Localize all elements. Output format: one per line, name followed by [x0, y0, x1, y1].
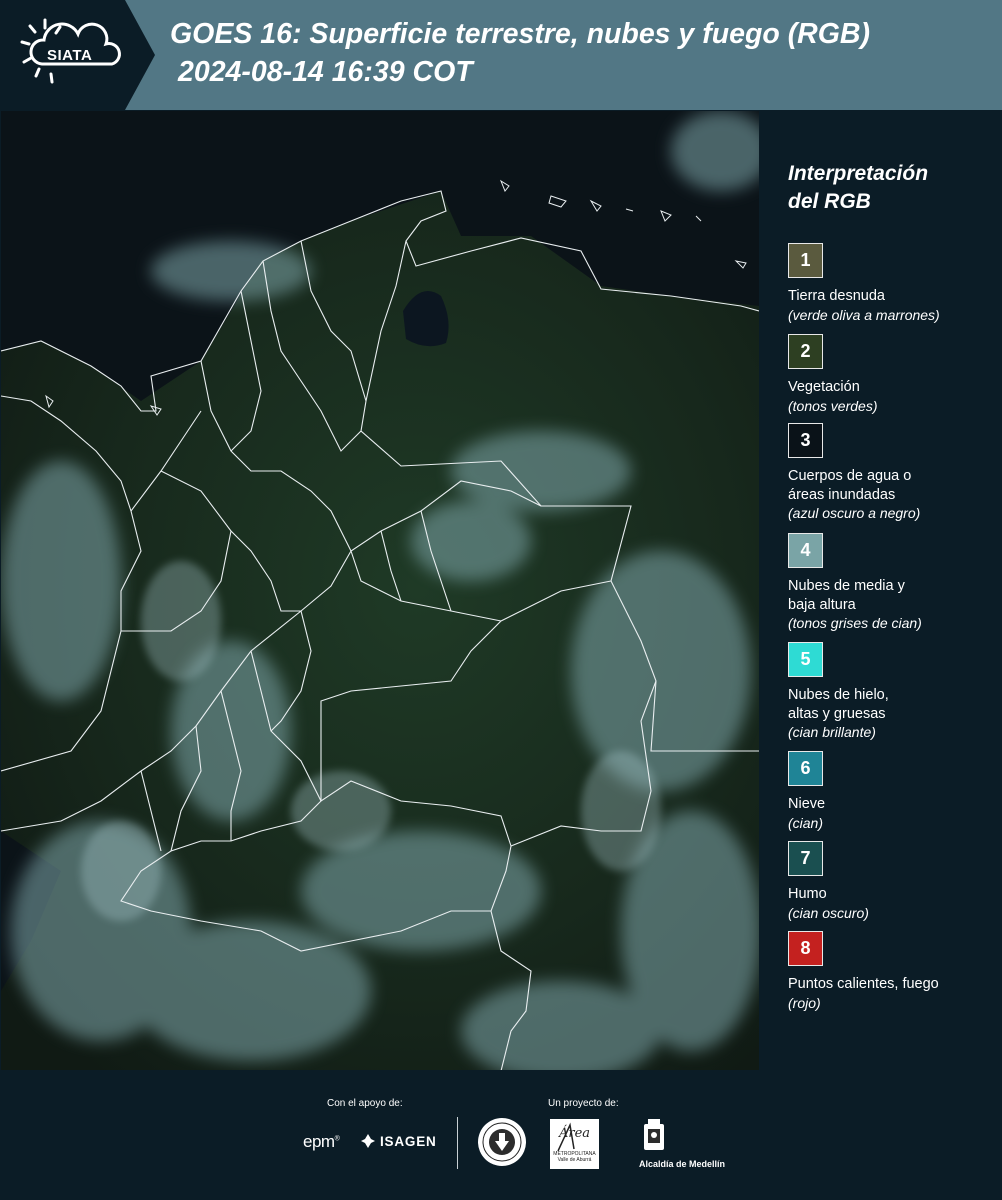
- legend-item-vegetacion: 2 Vegetación (tonos verdes): [788, 334, 993, 415]
- legend-title: Interpretación del RGB: [788, 160, 993, 216]
- university-seal-icon[interactable]: [477, 1117, 527, 1167]
- satellite-map[interactable]: [1, 111, 759, 1070]
- legend-item-name: Cuerpos de agua o áreas inundadas: [788, 468, 912, 503]
- swatch-1: 1: [788, 243, 823, 278]
- footer-divider: [457, 1117, 458, 1169]
- siata-logo: SIATA: [0, 0, 155, 110]
- footer: Con el apoyo de: Un proyecto de: epm® IS…: [0, 1071, 1002, 1200]
- page-title: GOES 16: Superficie terrestre, nubes y f…: [170, 18, 871, 50]
- map-canvas: [1, 111, 759, 1070]
- legend-item-name: Humo: [788, 886, 827, 902]
- page: SIATA GOES 16: Superficie terrestre, nub…: [0, 0, 1002, 1200]
- legend-title-line1: Interpretación: [788, 162, 929, 185]
- isagen-logo-text: ISAGEN: [380, 1133, 437, 1149]
- header-bar: SIATA GOES 16: Superficie terrestre, nub…: [0, 0, 1002, 110]
- legend-item-name: Puntos calientes, fuego: [788, 976, 939, 992]
- legend-title-line2: del RGB: [788, 190, 871, 213]
- isagen-logo[interactable]: ISAGEN: [360, 1133, 437, 1149]
- alcaldia-logo-text: Alcaldía de Medellín: [639, 1159, 726, 1169]
- legend-panel: Interpretación del RGB 1 Tierra desnuda …: [788, 160, 993, 1011]
- epm-logo-text: epm: [303, 1132, 335, 1151]
- legend-item-name: Nieve: [788, 796, 826, 812]
- project-label: Un proyecto de:: [548, 1098, 619, 1109]
- swatch-4: 4: [788, 533, 823, 568]
- legend-item-name: Nubes de media y baja altura: [788, 578, 905, 613]
- legend-item-nieve: 6 Nieve (cian): [788, 751, 993, 832]
- legend-item-humo: 7 Humo (cian oscuro): [788, 841, 993, 922]
- legend-item-nubes-hielo: 5 Nubes de hielo, altas y gruesas (cian …: [788, 642, 993, 742]
- legend-item-agua: 3 Cuerpos de agua o áreas inundadas (azu…: [788, 423, 993, 523]
- swatch-2: 2: [788, 334, 823, 369]
- legend-item-nubes-media: 4 Nubes de media y baja altura (tonos gr…: [788, 533, 993, 633]
- legend-item-note: (verde oliva a marrones): [788, 306, 940, 323]
- legend-item-note: (rojo): [788, 994, 821, 1011]
- legend-item-note: (azul oscuro a negro): [788, 505, 921, 521]
- area-logo-subtext: METROPOLITANA Valle de Aburrá: [553, 1151, 596, 1163]
- legend-item-note: (tonos verdes): [788, 397, 878, 414]
- legend-item-note: (cian brillante): [788, 724, 876, 740]
- alcaldia-shield-icon[interactable]: [641, 1118, 667, 1156]
- legend-item-note: (tonos grises de cian): [788, 615, 922, 631]
- logo-text: SIATA: [47, 47, 93, 64]
- legend-item-name: Vegetación: [788, 379, 860, 395]
- support-label: Con el apoyo de:: [327, 1098, 403, 1109]
- timestamp: 2024-08-14 16:39 COT: [178, 56, 473, 88]
- swatch-5: 5: [788, 642, 823, 677]
- swatch-7: 7: [788, 841, 823, 876]
- swatch-6: 6: [788, 751, 823, 786]
- swatch-8: 8: [788, 931, 823, 966]
- isagen-mark-icon: [361, 1134, 375, 1148]
- swatch-3: 3: [788, 423, 823, 458]
- legend-item-name: Nubes de hielo, altas y gruesas: [788, 687, 889, 722]
- legend-item-name: Tierra desnuda: [788, 288, 885, 304]
- legend-item-fuego: 8 Puntos calientes, fuego (rojo): [788, 931, 993, 1012]
- legend-item-note: (cian oscuro): [788, 904, 869, 921]
- legend-item-tierra: 1 Tierra desnuda (verde oliva a marrones…: [788, 243, 993, 324]
- legend-item-note: (cian): [788, 814, 824, 831]
- epm-logo[interactable]: epm®: [303, 1132, 340, 1152]
- area-logo-text: Área: [559, 1126, 591, 1141]
